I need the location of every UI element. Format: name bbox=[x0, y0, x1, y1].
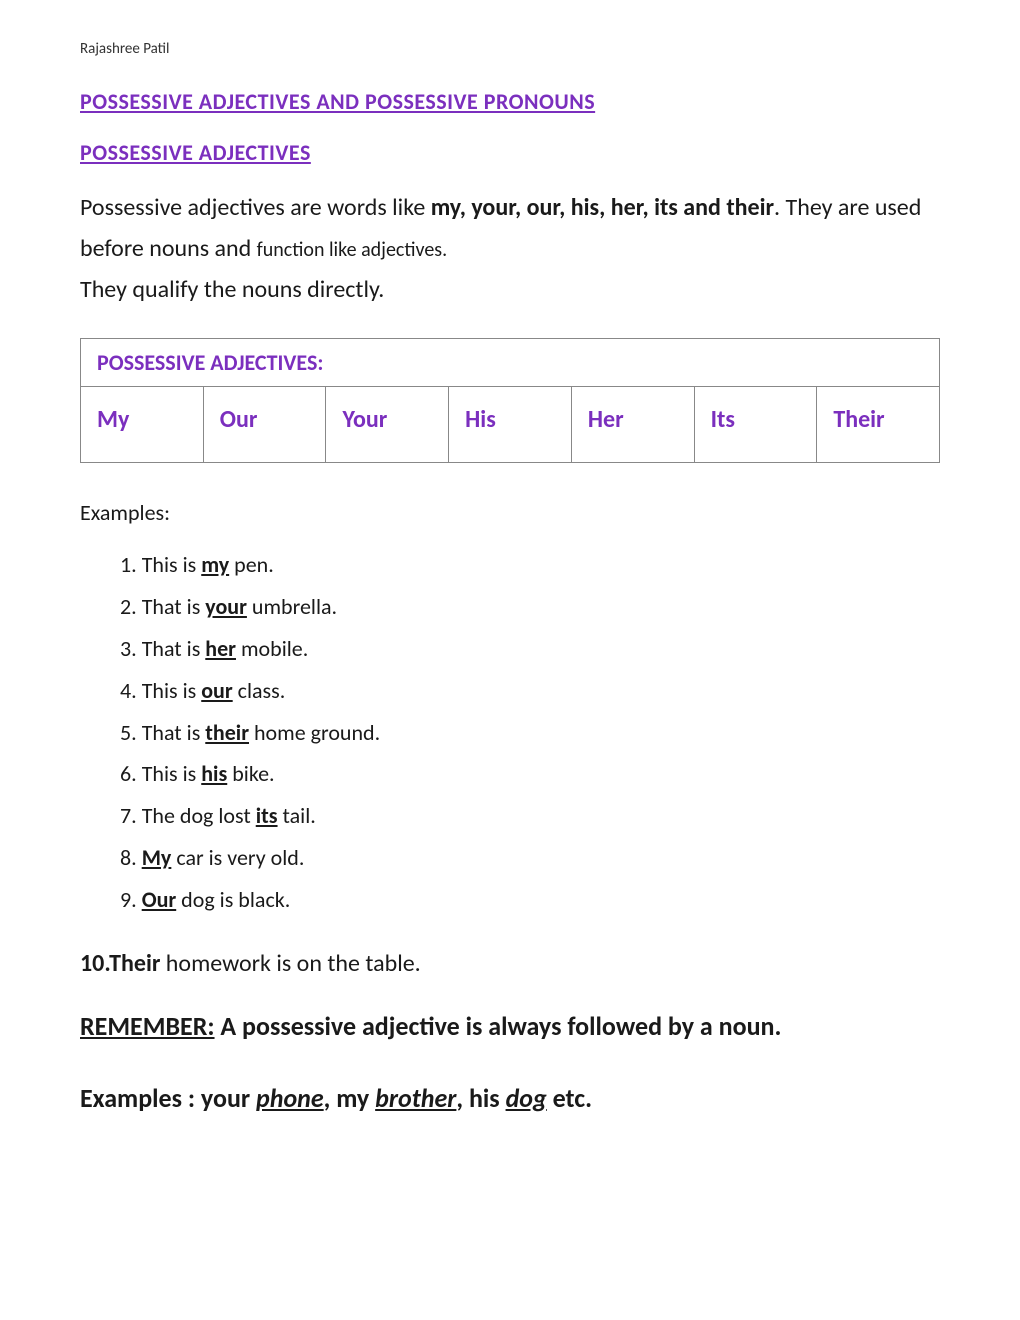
examples-label: Examples: bbox=[80, 499, 940, 526]
intro-part1: Possessive adjectives are words like bbox=[80, 193, 431, 222]
example-10: 10.Their homework is on the table. bbox=[80, 949, 940, 978]
list-item: This is our class. bbox=[120, 670, 940, 712]
table-cell: My bbox=[81, 387, 204, 462]
table-cell: Her bbox=[572, 387, 695, 462]
section-title: POSSESSIVE ADJECTIVES bbox=[80, 139, 940, 166]
table-cell: Its bbox=[695, 387, 818, 462]
table-cell: Their bbox=[817, 387, 939, 462]
author: Rajashree Patil bbox=[80, 40, 940, 58]
list-item: That is her mobile. bbox=[120, 628, 940, 670]
intro-small: function like adjectives. bbox=[257, 238, 447, 262]
table-header: POSSESSIVE ADJECTIVES: bbox=[81, 339, 939, 387]
list-item: My car is very old. bbox=[120, 837, 940, 879]
intro-part3: They qualify the nouns directly. bbox=[80, 275, 384, 304]
list-item: That is their home ground. bbox=[120, 712, 940, 754]
list-item: This is his bike. bbox=[120, 753, 940, 795]
examples-list: This is my pen.That is your umbrella.Tha… bbox=[120, 544, 940, 920]
table-row: MyOurYourHisHerItsTheir bbox=[81, 387, 939, 462]
possessive-adjectives-table: POSSESSIVE ADJECTIVES: MyOurYourHisHerIt… bbox=[80, 338, 940, 463]
list-item: This is my pen. bbox=[120, 544, 940, 586]
bottom-examples: Examples : your phone, my brother, his d… bbox=[80, 1078, 940, 1118]
main-title: POSSESSIVE ADJECTIVES AND POSSESSIVE PRO… bbox=[80, 88, 940, 115]
table-cell: His bbox=[449, 387, 572, 462]
remember-block: REMEMBER: A possessive adjective is alwa… bbox=[80, 1006, 940, 1046]
intro-bold: my, your, our, his, her, its and their bbox=[431, 193, 774, 222]
intro-paragraph: Possessive adjectives are words like my,… bbox=[80, 188, 940, 310]
table-cell: Your bbox=[326, 387, 449, 462]
list-item: Our dog is black. bbox=[120, 879, 940, 921]
list-item: The dog lost its tail. bbox=[120, 795, 940, 837]
list-item: That is your umbrella. bbox=[120, 586, 940, 628]
table-cell: Our bbox=[204, 387, 327, 462]
